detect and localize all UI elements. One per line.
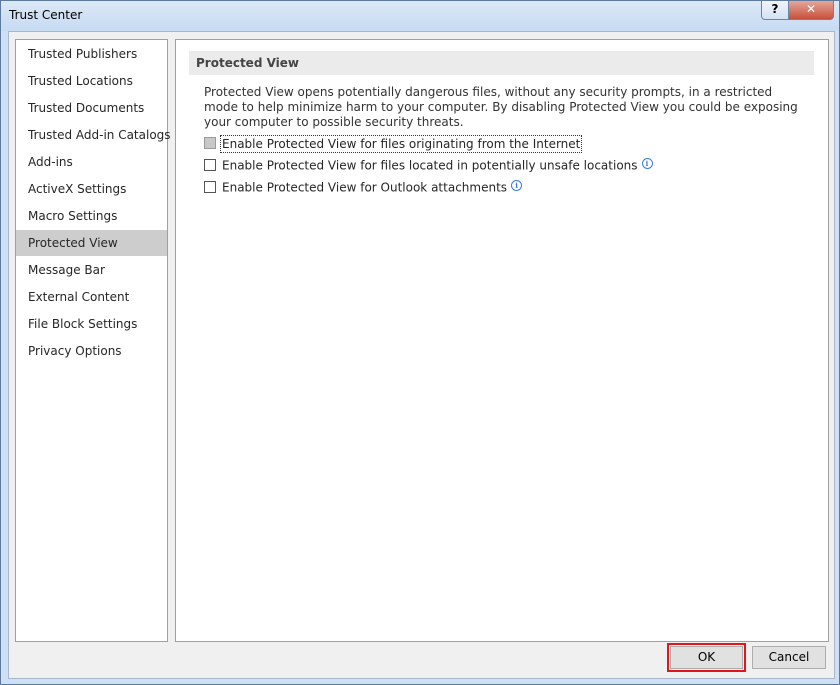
help-button[interactable]: ? — [761, 1, 789, 20]
sidebar-item-trusted-publishers[interactable]: Trusted Publishers — [16, 41, 167, 67]
sidebar-item-activex-settings[interactable]: ActiveX Settings — [16, 176, 167, 202]
window-title: Trust Center — [9, 8, 83, 22]
sidebar-item-message-bar[interactable]: Message Bar — [16, 257, 167, 283]
title-bar: Trust Center ? ✕ — [1, 1, 839, 31]
info-icon[interactable]: i — [511, 180, 523, 191]
sidebar-item-external-content[interactable]: External Content — [16, 284, 167, 310]
ok-button[interactable]: OK — [670, 646, 743, 669]
option-unsafe-locations-label[interactable]: Enable Protected View for files located … — [222, 159, 638, 173]
sidebar-item-trusted-locations[interactable]: Trusted Locations — [16, 68, 167, 94]
cancel-button[interactable]: Cancel — [752, 646, 826, 669]
info-icon[interactable]: i — [641, 158, 653, 169]
section-title: Protected View — [189, 51, 814, 75]
settings-panel: Protected View Protected View opens pote… — [175, 39, 829, 642]
option-outlook-attachments[interactable]: Enable Protected View for Outlook attach… — [204, 179, 523, 195]
category-sidebar: Trusted Publishers Trusted Locations Tru… — [15, 39, 171, 642]
checkbox-internet-files[interactable] — [204, 136, 216, 149]
option-internet-files-label[interactable]: Enable Protected View for files originat… — [219, 134, 583, 153]
sidebar-item-trusted-documents[interactable]: Trusted Documents — [16, 95, 167, 121]
sidebar-item-add-ins[interactable]: Add-ins — [16, 149, 167, 175]
checkbox-outlook-attachments[interactable] — [204, 180, 216, 193]
option-outlook-attachments-label[interactable]: Enable Protected View for Outlook attach… — [222, 181, 507, 195]
dialog-body: Trusted Publishers Trusted Locations Tru… — [8, 31, 835, 679]
sidebar-item-trusted-add-in-catalogs[interactable]: Trusted Add-in Catalogs — [16, 122, 171, 148]
option-internet-files[interactable]: Enable Protected View for files originat… — [204, 134, 583, 153]
close-button[interactable]: ✕ — [788, 1, 834, 20]
trust-center-window: Trust Center ? ✕ Trusted Publishers Trus… — [0, 0, 840, 685]
sidebar-item-macro-settings[interactable]: Macro Settings — [16, 203, 167, 229]
sidebar-item-file-block-settings[interactable]: File Block Settings — [16, 311, 167, 337]
option-unsafe-locations[interactable]: Enable Protected View for files located … — [204, 157, 653, 173]
sidebar-item-privacy-options[interactable]: Privacy Options — [16, 338, 167, 364]
sidebar-item-protected-view[interactable]: Protected View — [16, 230, 167, 256]
description-text: Protected View opens potentially dangero… — [204, 85, 798, 129]
checkbox-unsafe-locations[interactable] — [204, 158, 216, 171]
